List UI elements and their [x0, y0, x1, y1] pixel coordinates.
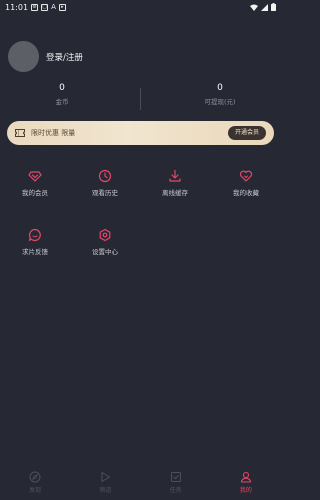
promo-text: 限时优惠 限量: [31, 129, 76, 137]
grid-item-label: 我的会员: [22, 189, 48, 197]
signal-icon: [261, 3, 268, 11]
font-icon: A: [51, 3, 56, 11]
tab-label: 发现: [29, 487, 42, 494]
download-icon: [169, 169, 181, 182]
tab-discover[interactable]: 发现: [0, 468, 70, 500]
feedback-icon: [28, 228, 41, 242]
tab-label: 任务: [169, 487, 182, 494]
stats-divider: [140, 88, 141, 110]
grid-item-feedback[interactable]: 求片反馈: [10, 228, 60, 256]
avatar[interactable]: [8, 41, 39, 72]
notification-icon: ⚙: [31, 3, 39, 11]
heart-icon: [239, 170, 253, 182]
diamond-icon: [28, 171, 42, 182]
tab-channel[interactable]: 频道: [70, 468, 140, 500]
wifi-icon: [250, 4, 258, 11]
grid-item-label: 设置中心: [92, 248, 118, 256]
grid-item-settings[interactable]: 设置中心: [80, 228, 130, 256]
grid-item-offline-cache[interactable]: 离线缓存: [150, 169, 200, 197]
grid-item-label: 离线缓存: [162, 189, 188, 197]
tab-tasks[interactable]: 任务: [141, 468, 211, 500]
tab-label: 我的: [239, 487, 252, 494]
compass-icon: [29, 471, 41, 483]
grid-item-label: 求片反馈: [22, 248, 48, 256]
withdrawable-stat[interactable]: 0 可提现(元): [160, 83, 280, 106]
tab-label: 频道: [99, 487, 112, 494]
promo-banner[interactable]: 限时优惠 限量 开通会员: [7, 121, 274, 145]
play-icon: [101, 472, 111, 482]
withdrawable-value: 0: [217, 83, 223, 93]
task-icon: [170, 472, 181, 482]
user-icon: [240, 471, 251, 483]
status-time: 11:01: [5, 2, 29, 12]
login-register-link[interactable]: 登录/注册: [46, 51, 83, 63]
ticket-icon: [15, 129, 25, 137]
status-bar: 11:01 ⚙ ▢ A ▸: [0, 0, 281, 14]
grid-item-label: 我的收藏: [233, 189, 259, 197]
grid-item-membership[interactable]: 我的会员: [10, 169, 60, 197]
grid-item-history[interactable]: 观看历史: [80, 169, 130, 197]
play-store-icon: ▸: [58, 3, 66, 11]
tab-mine[interactable]: 我的: [211, 468, 281, 500]
gear-icon: [99, 228, 111, 242]
coins-label: 金币: [55, 98, 69, 106]
coins-stat[interactable]: 0 金币: [2, 83, 122, 106]
grid-item-favorites[interactable]: 我的收藏: [221, 169, 271, 197]
app-icon: ▢: [41, 3, 49, 11]
open-membership-button[interactable]: 开通会员: [227, 126, 266, 140]
coins-value: 0: [59, 83, 65, 93]
grid-item-label: 观看历史: [92, 189, 118, 197]
withdrawable-label: 可提现(元): [204, 98, 236, 106]
bottom-tab-bar: 发现 频道 任务 我的: [0, 468, 281, 500]
battery-icon: [271, 3, 276, 11]
clock-icon: [98, 169, 112, 183]
